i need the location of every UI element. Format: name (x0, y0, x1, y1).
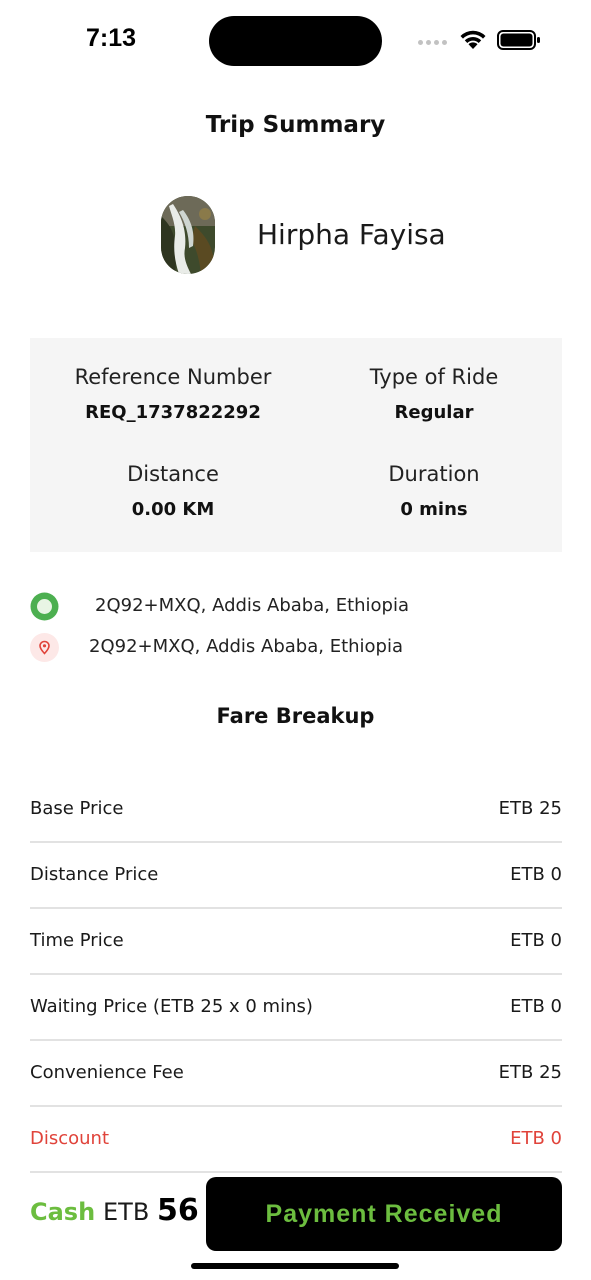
driver-name: Hirpha Fayisa (257, 218, 446, 251)
status-bar: 7:13 (0, 0, 591, 80)
reference-number-label: Reference Number (74, 365, 272, 389)
currency-label: ETB (103, 1198, 150, 1226)
fare-value: ETB 0 (510, 1128, 562, 1149)
fare-value: ETB 0 (510, 864, 562, 885)
ride-type-value: Regular (394, 402, 474, 423)
fare-row-base-price: Base Price ETB 25 (30, 777, 562, 843)
fare-label: Base Price (30, 798, 124, 819)
fare-value: ETB 0 (510, 930, 562, 951)
fare-label: Waiting Price (ETB 25 x 0 mins) (30, 996, 313, 1017)
fare-label: Time Price (30, 930, 124, 951)
duration-cell: Duration 0 mins (301, 462, 567, 520)
ride-type-cell: Type of Ride Regular (301, 365, 567, 423)
fare-breakup-title: Fare Breakup (216, 704, 375, 728)
drop-address: 2Q92+MXQ, Addis Ababa, Ethiopia (89, 636, 404, 657)
home-indicator[interactable] (191, 1263, 399, 1269)
pickup-location-row: 2Q92+MXQ, Addis Ababa, Ethiopia (30, 592, 562, 622)
signal-dots-icon (418, 40, 447, 45)
fare-value: ETB 25 (498, 1062, 562, 1083)
status-time: 7:13 (86, 24, 137, 52)
reference-number-cell: Reference Number REQ_1737822292 (40, 365, 306, 423)
payment-method-label: Cash (30, 1198, 96, 1226)
battery-icon (497, 30, 540, 50)
fare-label: Distance Price (30, 864, 159, 885)
total-amount: 56 (157, 1193, 199, 1228)
fare-label: Discount (30, 1128, 110, 1149)
page-title: Trip Summary (205, 112, 386, 138)
distance-label: Distance (127, 462, 219, 486)
dynamic-island (209, 16, 382, 66)
duration-label: Duration (388, 462, 480, 486)
fare-row-distance-price: Distance Price ETB 0 (30, 843, 562, 909)
pickup-address: 2Q92+MXQ, Addis Ababa, Ethiopia (95, 595, 410, 616)
payment-received-button[interactable]: Payment Received (206, 1177, 562, 1251)
fare-list: Base Price ETB 25 Distance Price ETB 0 T… (30, 777, 562, 1173)
duration-value: 0 mins (400, 499, 468, 520)
fare-value: ETB 0 (510, 996, 562, 1017)
avatar (161, 196, 215, 274)
fare-value: ETB 25 (498, 798, 562, 819)
map-pin-icon (30, 633, 59, 662)
fare-row-waiting-price: Waiting Price (ETB 25 x 0 mins) ETB 0 (30, 975, 562, 1041)
ride-type-label: Type of Ride (369, 365, 499, 389)
drop-location-row: 2Q92+MXQ, Addis Ababa, Ethiopia (30, 633, 562, 663)
fare-label: Convenience Fee (30, 1062, 184, 1083)
fare-row-discount: Discount ETB 0 (30, 1107, 562, 1173)
reference-number-value: REQ_1737822292 (85, 402, 261, 423)
fare-row-time-price: Time Price ETB 0 (30, 909, 562, 975)
wifi-icon (460, 30, 486, 49)
trip-info-card: Reference Number REQ_1737822292 Type of … (30, 338, 562, 552)
distance-value: 0.00 KM (131, 499, 215, 520)
distance-cell: Distance 0.00 KM (40, 462, 306, 520)
pickup-dot-icon (30, 592, 59, 621)
fare-row-convenience-fee: Convenience Fee ETB 25 (30, 1041, 562, 1107)
